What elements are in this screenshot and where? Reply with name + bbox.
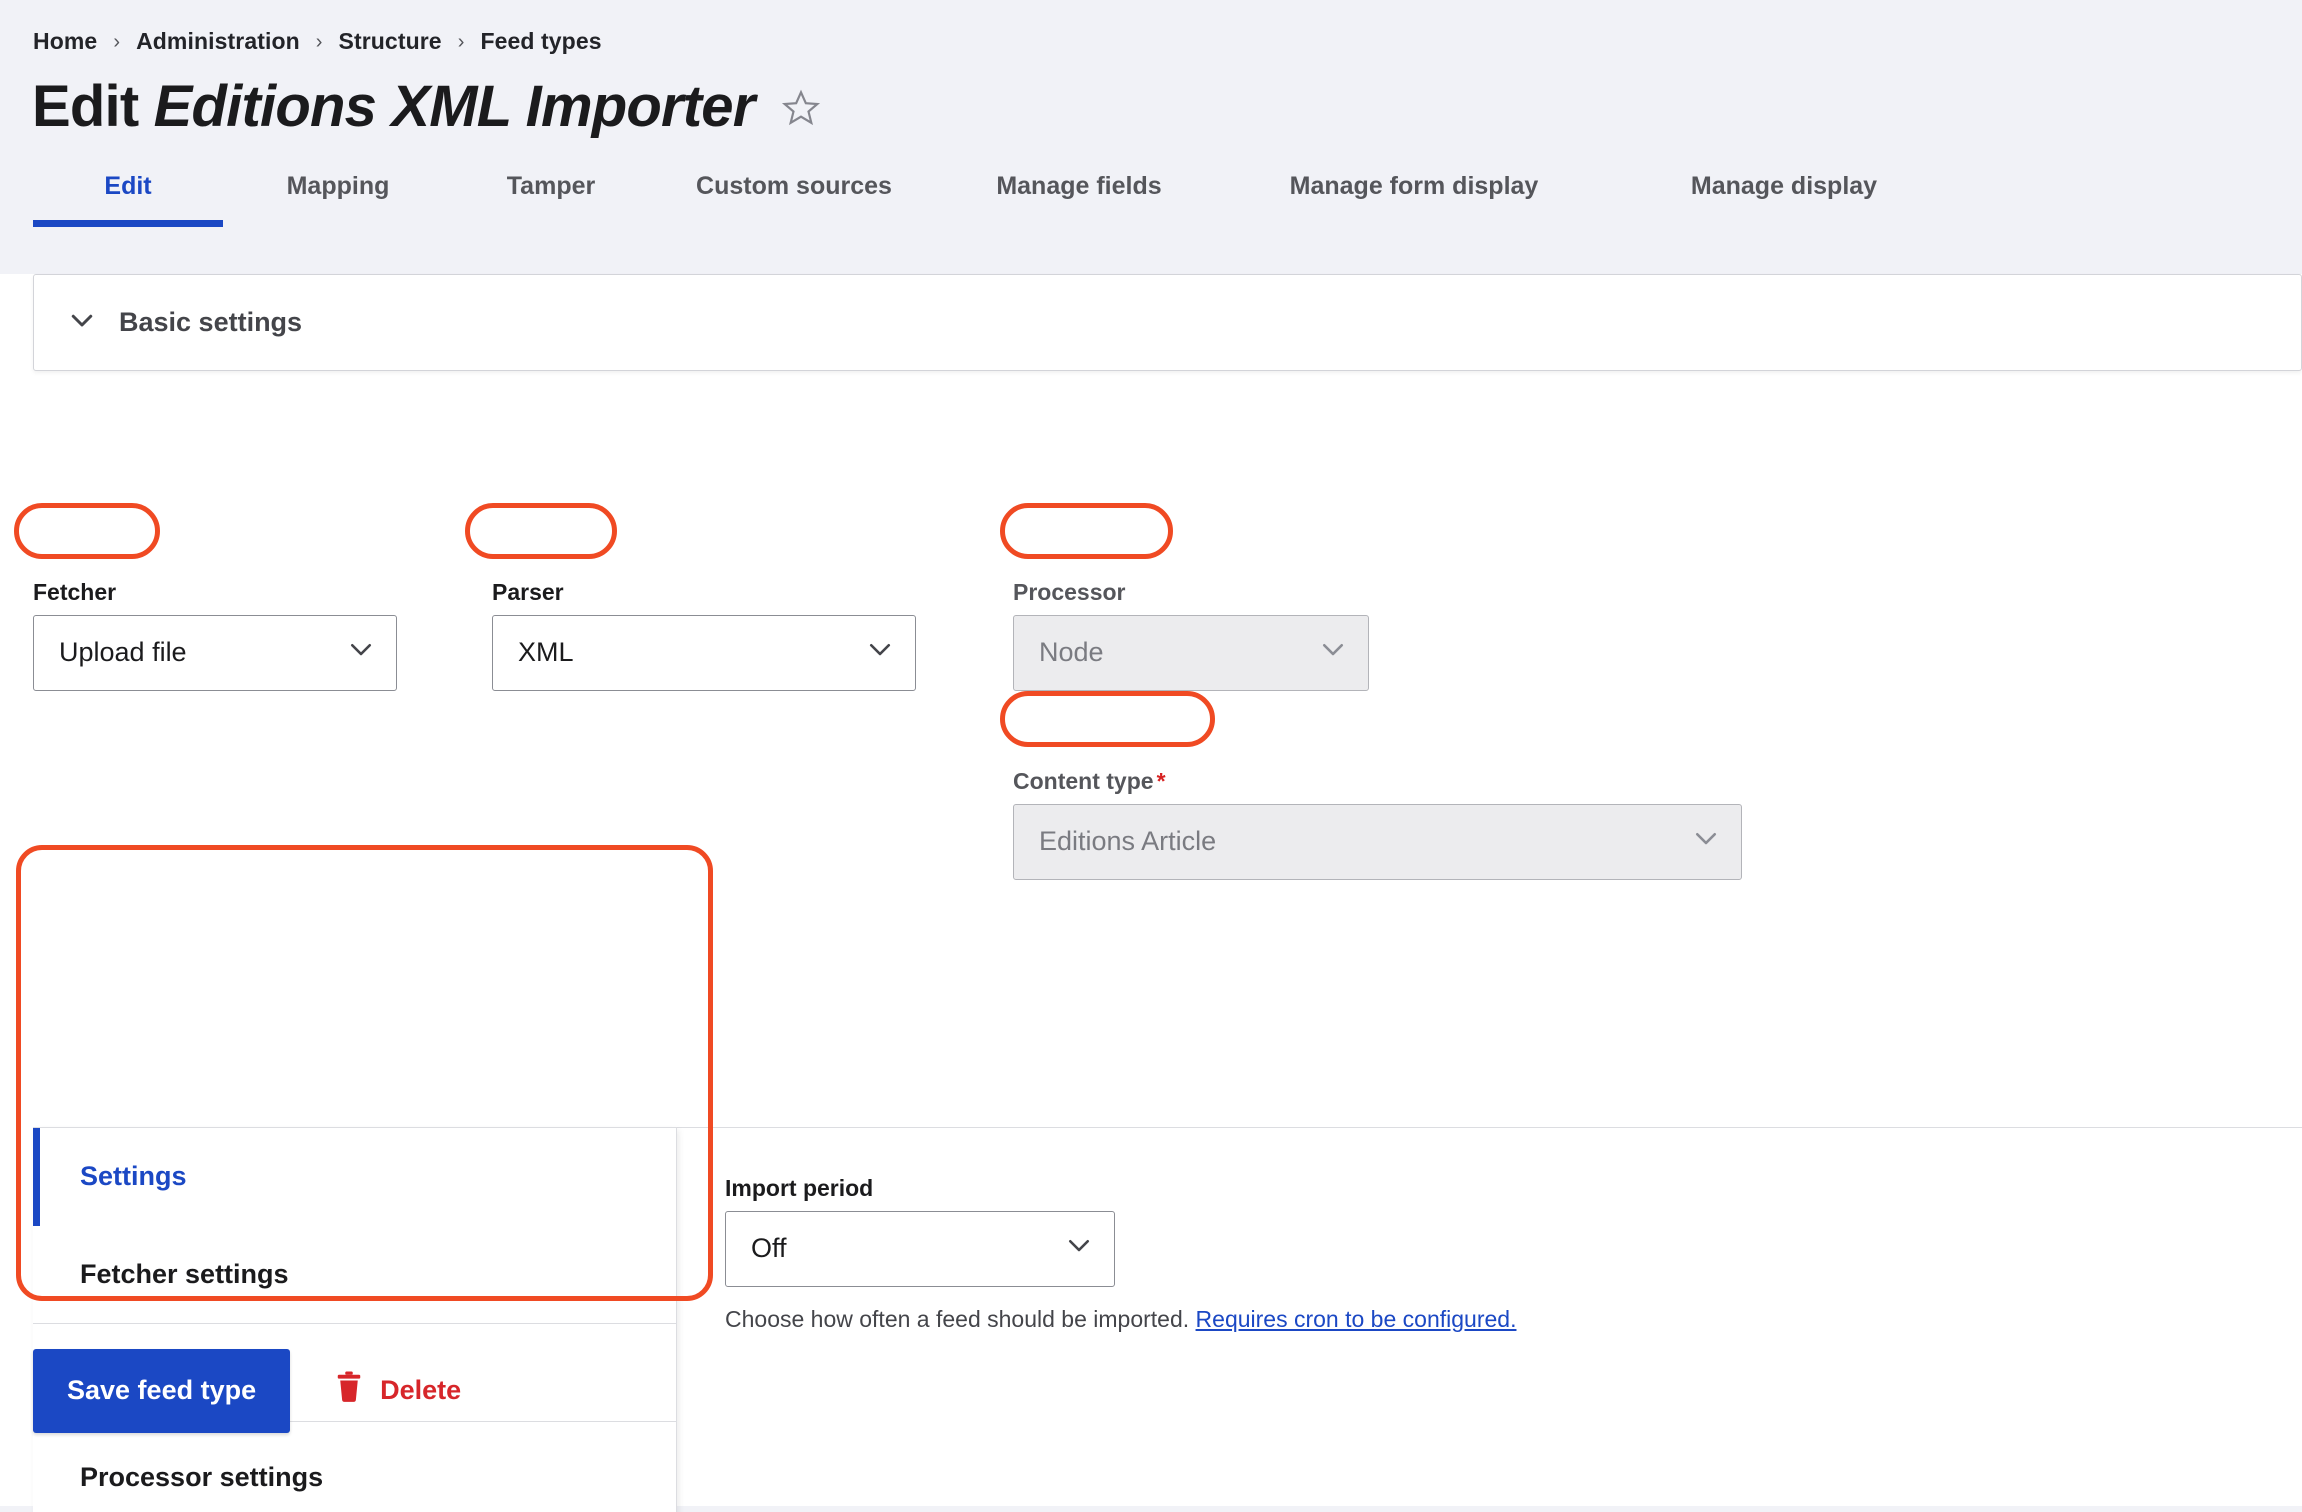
form-actions: Save feed type Delete <box>33 1348 461 1433</box>
tab-manage-display[interactable]: Manage display <box>1609 172 1959 227</box>
tab-label: Tamper <box>506 171 596 200</box>
pane-top-divider <box>677 1126 2302 1128</box>
page-title-entity: Editions XML Importer <box>153 74 756 139</box>
import-period-label: Import period <box>725 1174 874 1201</box>
chevron-down-icon <box>1318 634 1348 671</box>
basic-settings-header[interactable]: Basic settings <box>34 305 302 340</box>
tab-tamper[interactable]: Tamper <box>453 172 649 227</box>
delete-label: Delete <box>380 1375 462 1406</box>
fetcher-label: Fetcher <box>33 578 117 605</box>
basic-settings-card[interactable]: Basic settings <box>33 273 2302 371</box>
tab-mapping[interactable]: Mapping <box>223 172 453 227</box>
trash-icon <box>334 1370 364 1411</box>
main-content: Basic settings Fetcher Upload file Parse… <box>0 273 2302 1512</box>
page-title-prefix: Edit <box>32 74 139 139</box>
parser-select[interactable]: XML <box>492 614 916 691</box>
save-feed-type-button[interactable]: Save feed type <box>33 1348 291 1433</box>
breadcrumb-item-feed-types[interactable]: Feed types <box>480 28 601 55</box>
content-type-label-text: Content type <box>1013 767 1154 794</box>
import-period-value: Off <box>751 1233 787 1264</box>
breadcrumb-separator: › <box>457 30 465 53</box>
tab-custom-sources[interactable]: Custom sources <box>649 172 939 227</box>
settings-pane: Import period Off Choose how often a fee… <box>725 1175 1516 1333</box>
import-period-help: Choose how often a feed should be import… <box>725 1306 1516 1333</box>
content-type-value: Editions Article <box>1039 826 1217 857</box>
page-title: Edit Editions XML Importer <box>32 74 756 139</box>
vertical-tab-settings[interactable]: Settings <box>33 1127 676 1226</box>
chevron-down-icon <box>865 634 895 671</box>
tab-manage-form-display[interactable]: Manage form display <box>1219 172 1609 227</box>
processor-label: Processor <box>1013 578 1126 605</box>
tab-label: Manage form display <box>1289 171 1539 200</box>
star-outline-icon[interactable] <box>781 88 821 133</box>
chevron-down-icon <box>1064 1230 1094 1267</box>
processor-field: Processor Node <box>1013 579 1369 691</box>
vertical-tab-label: Settings <box>80 1161 187 1192</box>
tab-label: Custom sources <box>696 171 892 200</box>
parser-label: Parser <box>492 578 564 605</box>
tab-label: Edit <box>104 171 152 200</box>
tab-label: Manage fields <box>996 171 1162 200</box>
vertical-tabs-menu: Settings Fetcher settings Parser setting… <box>33 1126 677 1512</box>
vertical-tab-label: Fetcher settings <box>80 1258 289 1289</box>
fetcher-select[interactable]: Upload file <box>33 614 397 691</box>
chevron-down-icon <box>1691 823 1721 860</box>
basic-settings-title: Basic settings <box>119 306 303 337</box>
delete-button[interactable]: Delete <box>334 1370 461 1411</box>
breadcrumb-separator: › <box>315 30 323 53</box>
vertical-tab-label: Processor settings <box>80 1462 324 1493</box>
breadcrumb-separator: › <box>113 30 121 53</box>
chevron-down-icon <box>67 305 97 340</box>
fetcher-value: Upload file <box>59 637 187 668</box>
fetcher-field: Fetcher Upload file <box>33 579 397 691</box>
breadcrumb-item-home[interactable]: Home <box>33 28 97 55</box>
parser-value: XML <box>518 637 574 668</box>
vertical-tab-processor-settings[interactable]: Processor settings <box>33 1421 676 1512</box>
chevron-down-icon <box>346 634 376 671</box>
breadcrumb: Home › Administration › Structure › Feed… <box>0 0 2302 55</box>
import-period-select[interactable]: Off <box>725 1210 1115 1287</box>
content-type-label: Content type * <box>1013 768 1742 795</box>
parser-field: Parser XML <box>492 579 916 691</box>
processor-value: Node <box>1039 637 1104 668</box>
tab-manage-fields[interactable]: Manage fields <box>939 172 1219 227</box>
tab-label: Manage display <box>1690 171 1878 200</box>
content-type-select: Editions Article <box>1013 803 1742 880</box>
tab-label: Mapping <box>286 171 390 200</box>
processor-select: Node <box>1013 614 1369 691</box>
vertical-tab-fetcher-settings[interactable]: Fetcher settings <box>33 1225 676 1324</box>
content-type-field: Content type * Editions Article <box>1013 768 1742 880</box>
breadcrumb-item-structure[interactable]: Structure <box>339 28 442 55</box>
tab-edit[interactable]: Edit <box>33 172 223 227</box>
primary-tabs: Edit Mapping Tamper Custom sources Manag… <box>0 171 2302 227</box>
cron-config-link[interactable]: Requires cron to be configured. <box>1196 1306 1517 1332</box>
import-period-help-text: Choose how often a feed should be import… <box>725 1305 1190 1332</box>
page-title-row: Edit Editions XML Importer <box>0 55 2302 138</box>
required-marker: * <box>1156 767 1166 794</box>
breadcrumb-item-administration[interactable]: Administration <box>136 28 300 55</box>
